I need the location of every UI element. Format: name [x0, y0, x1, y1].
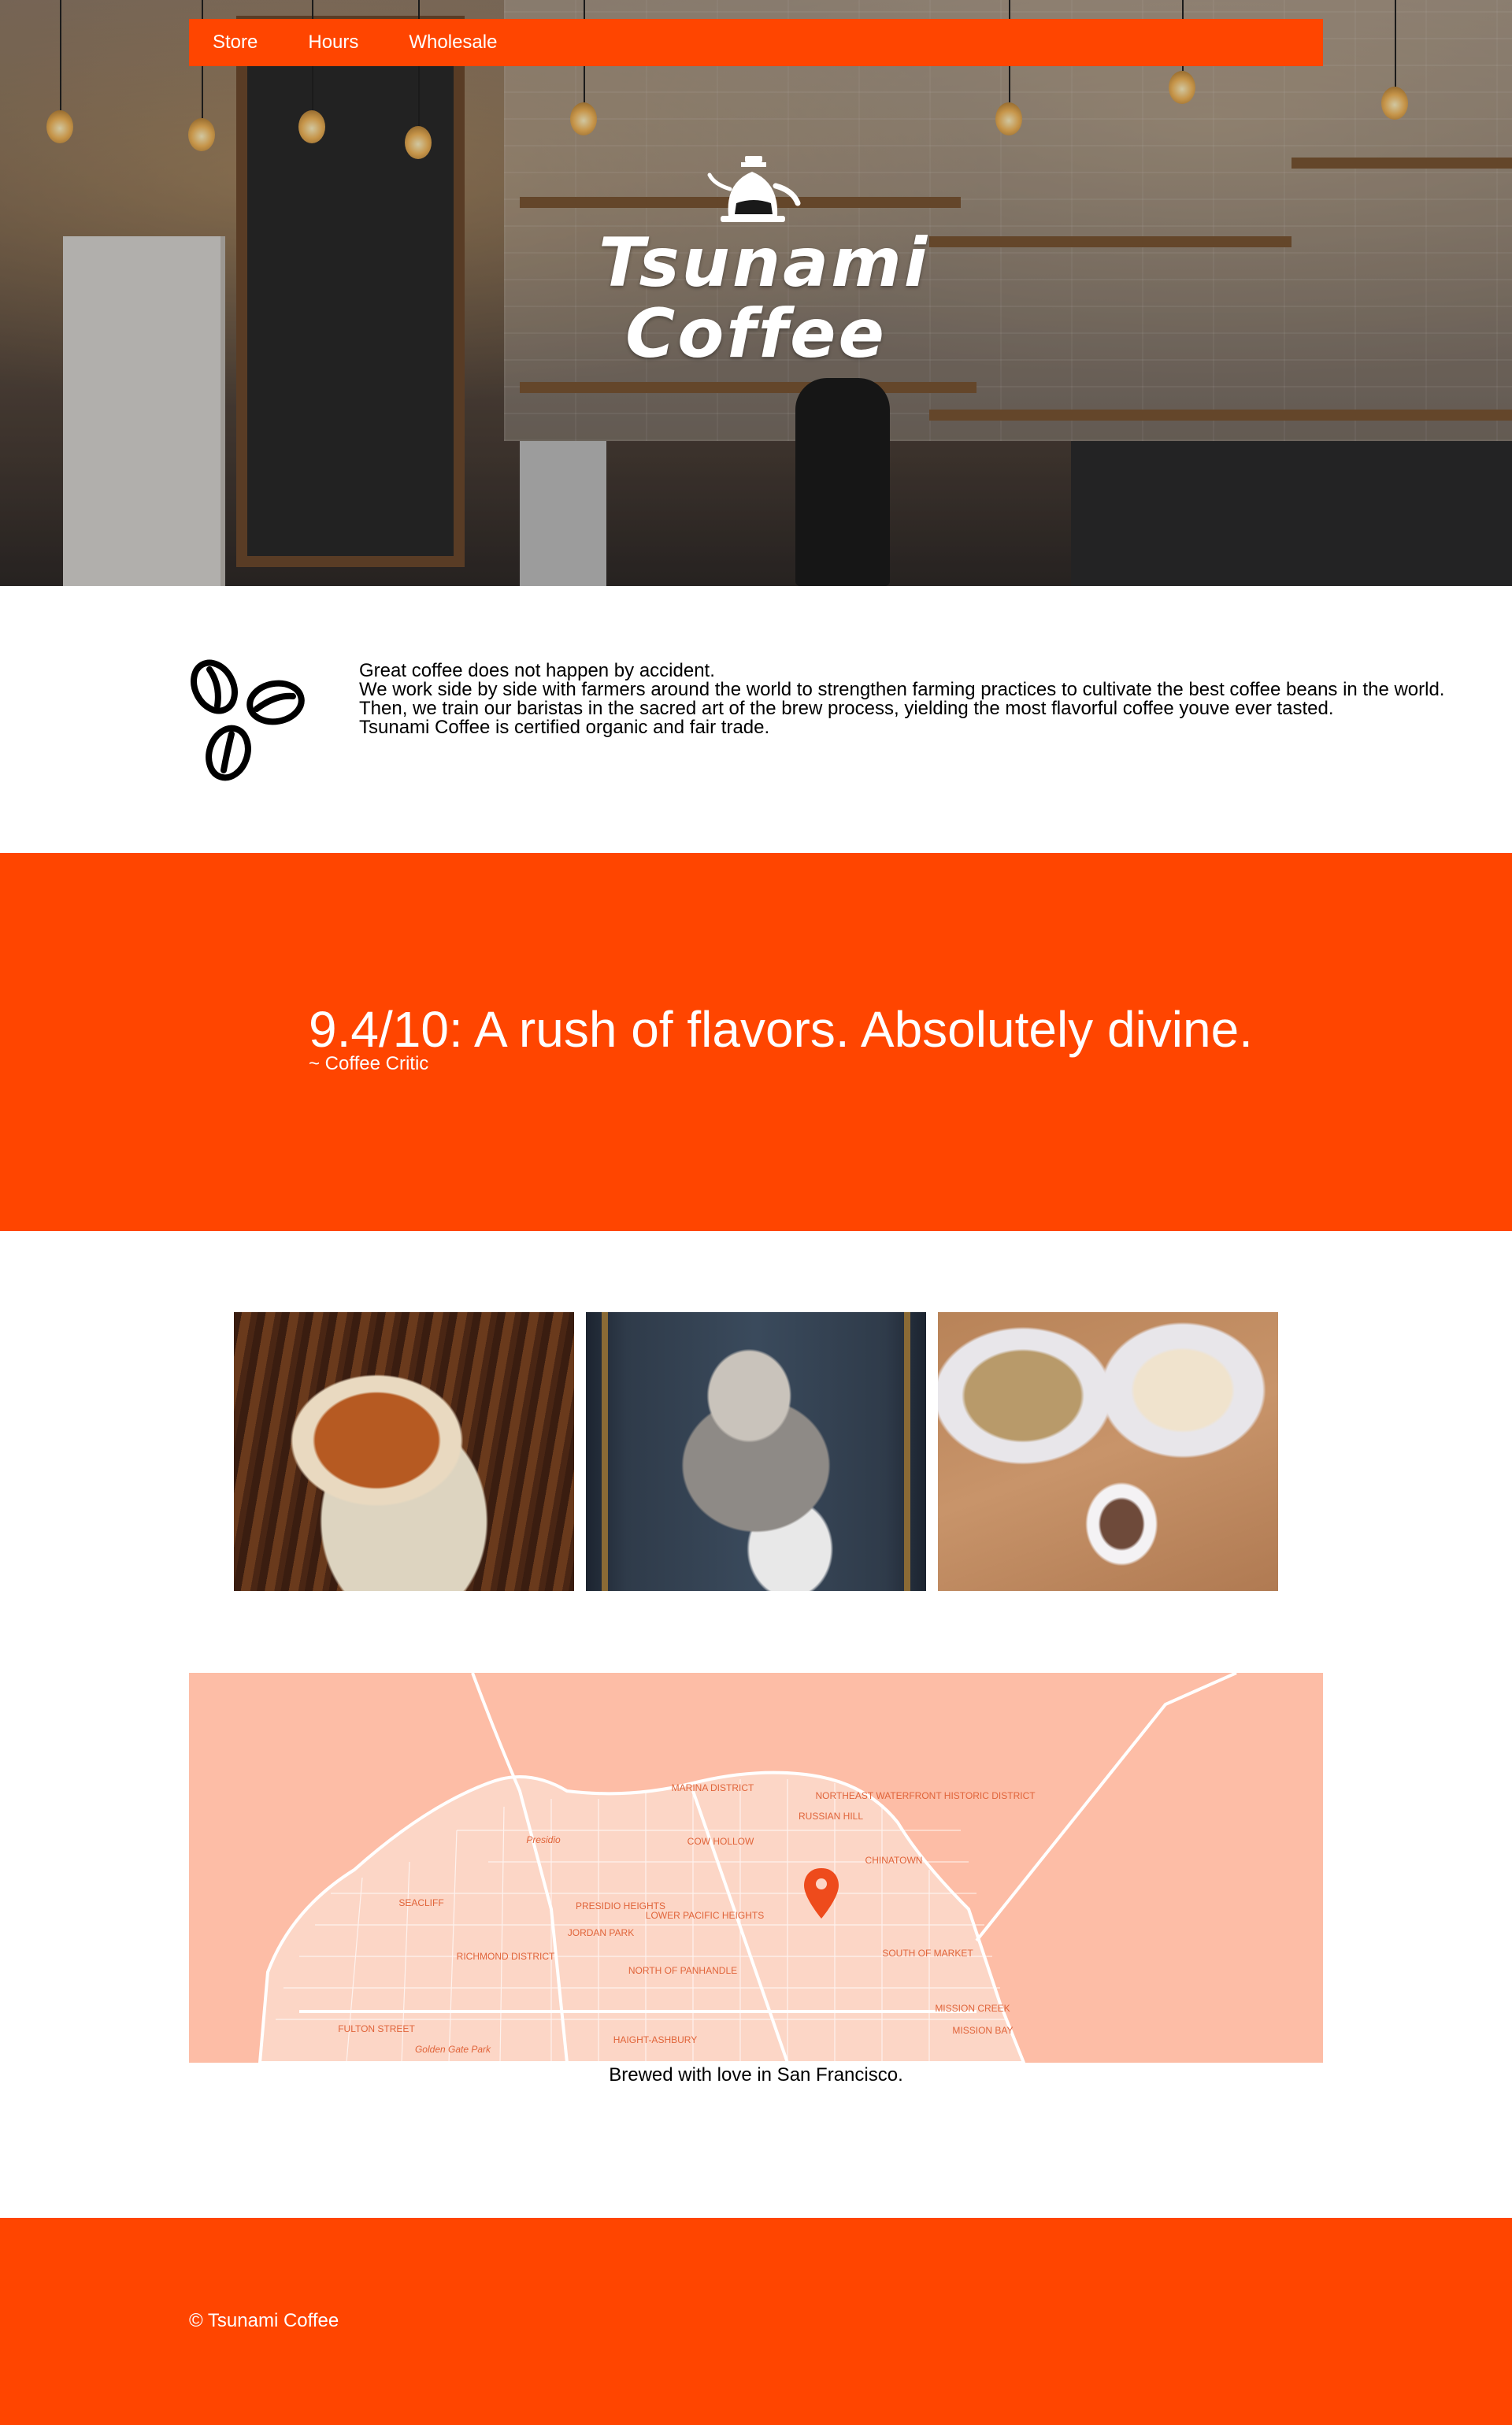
about-text: Great coffee does not happen by accident…	[359, 662, 1477, 737]
map-label: Golden Gate Park	[415, 2044, 491, 2055]
nav-item-wholesale[interactable]: Wholesale	[409, 32, 497, 54]
map-label: MARINA DISTRICT	[672, 1782, 754, 1793]
footer-copyright: © Tsunami Coffee	[189, 2310, 339, 2331]
photo-gallery	[234, 1312, 1278, 1591]
map-label: COW HOLLOW	[687, 1836, 754, 1847]
map-label: NORTHEAST WATERFRONT HISTORIC DISTRICT	[815, 1790, 1036, 1801]
map-label: RICHMOND DISTRICT	[457, 1951, 555, 1962]
coffee-beans-icon	[191, 659, 305, 781]
location-map[interactable]: MARINA DISTRICT RUSSIAN HILL NORTHEAST W…	[189, 1673, 1323, 2063]
latte-art-cup-photo	[234, 1312, 574, 1591]
about-line-2: We work side by side with farmers around…	[359, 679, 1445, 719]
map-label: MISSION BAY	[952, 2025, 1013, 2036]
map-canvas: MARINA DISTRICT RUSSIAN HILL NORTHEAST W…	[189, 1673, 1323, 2063]
review-quote: 9.4/10: A rush of flavors. Absolutely di…	[309, 1001, 1253, 1058]
footer: © Tsunami Coffee	[0, 2218, 1512, 2425]
map-label: NORTH OF PANHANDLE	[628, 1965, 737, 1976]
map-label: FULTON STREET	[338, 2023, 415, 2034]
about-section: Great coffee does not happen by accident…	[189, 658, 1444, 784]
map-caption: Brewed with love in San Francisco.	[609, 2064, 903, 2086]
logo-title-line-1: Tsunami	[598, 224, 930, 302]
kettle-icon	[707, 156, 801, 222]
review-attribution: ~ Coffee Critic	[309, 1053, 429, 1074]
map-label: CHINATOWN	[865, 1855, 923, 1866]
map-label: SEACLIFF	[398, 1897, 443, 1908]
about-line-3: Tsunami Coffee is certified organic and …	[359, 717, 770, 738]
logo-title-line-2: Coffee	[625, 295, 887, 373]
top-nav: Store Hours Wholesale	[189, 19, 1323, 66]
map-label: JORDAN PARK	[568, 1927, 634, 1938]
brand-logo: Tsunami Coffee	[598, 154, 930, 383]
map-label: SOUTH OF MARKET	[882, 1948, 973, 1959]
about-line-1: Great coffee does not happen by accident…	[359, 660, 715, 681]
breakfast-plates-photo	[938, 1312, 1278, 1591]
map-label: MISSION CREEK	[935, 2003, 1010, 2014]
map-label: Presidio	[526, 1834, 561, 1845]
map-label: HAIGHT-ASHBURY	[613, 2034, 697, 2045]
nav-item-store[interactable]: Store	[213, 32, 258, 54]
review-quote-section: 9.4/10: A rush of flavors. Absolutely di…	[0, 853, 1512, 1231]
bearded-man-with-mug-photo	[586, 1312, 926, 1591]
map-label: LOWER PACIFIC HEIGHTS	[646, 1910, 764, 1921]
nav-item-hours[interactable]: Hours	[308, 32, 358, 54]
map-label: RUSSIAN HILL	[799, 1811, 863, 1822]
